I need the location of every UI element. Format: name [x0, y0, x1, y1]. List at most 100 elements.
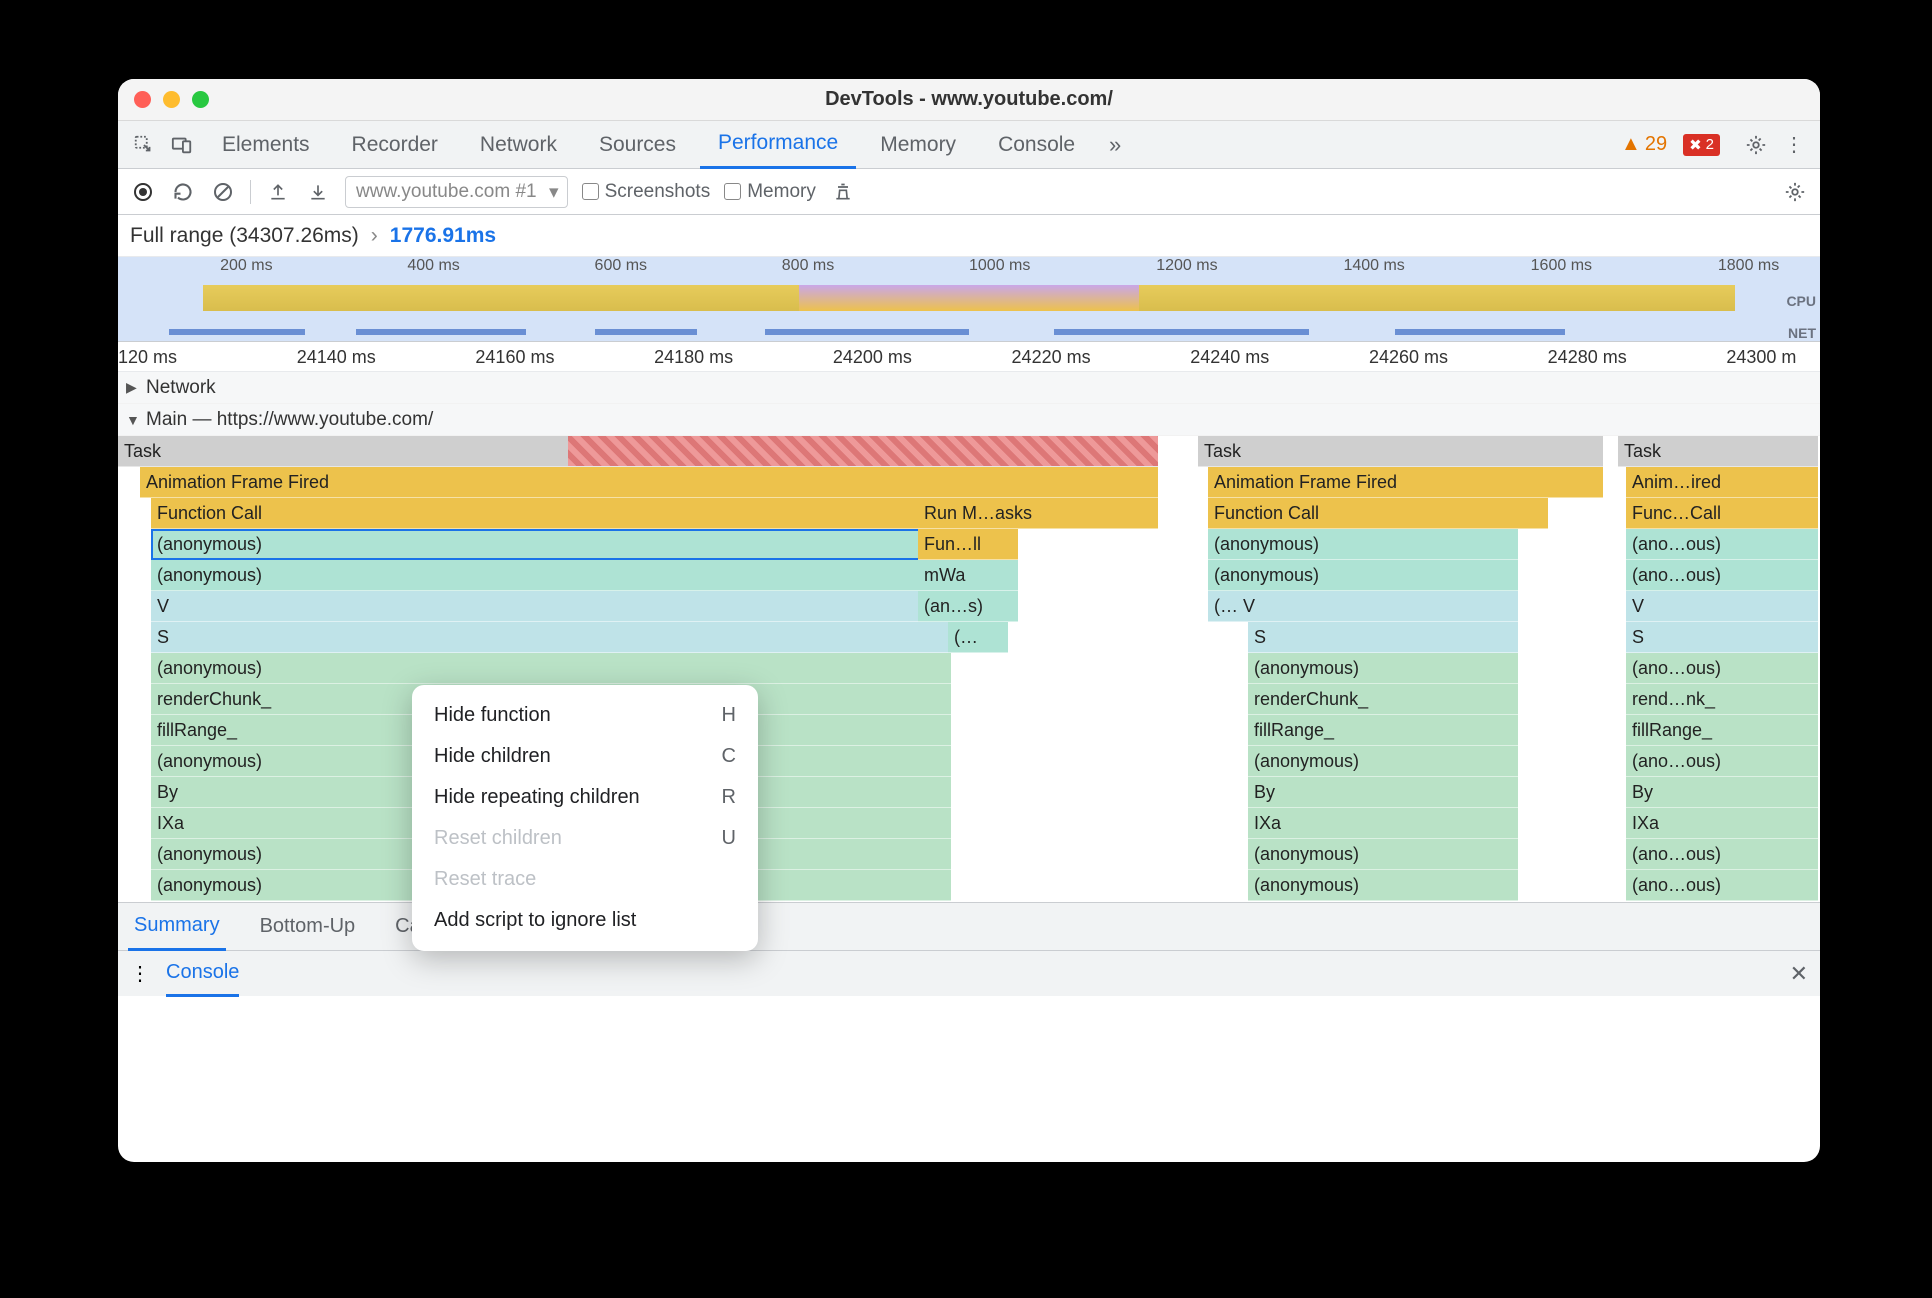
flame-bar[interactable]: (ano…ous) [1626, 653, 1818, 684]
flame-bar[interactable]: fillRange_ [1626, 715, 1818, 746]
flame-chart[interactable]: ▶Network ▼Main — https://www.youtube.com… [118, 372, 1820, 902]
flame-bar[interactable]: (anonymous) [1208, 560, 1518, 591]
screenshots-checkbox[interactable]: Screenshots [582, 181, 711, 203]
flame-bar[interactable]: (anonymous) [1248, 839, 1518, 870]
context-menu-item[interactable]: Hide childrenC [412, 736, 758, 777]
cpu-label: CPU [1786, 293, 1816, 309]
reload-icon[interactable] [170, 179, 196, 205]
context-menu-item[interactable]: Hide repeating childrenR [412, 777, 758, 818]
errors-badge[interactable]: ✖ 2 [1683, 134, 1720, 156]
errors-count: 2 [1706, 136, 1714, 153]
warnings-badge[interactable]: ▲ 29 [1621, 133, 1667, 156]
clear-icon[interactable] [210, 179, 236, 205]
track-network[interactable]: ▶Network [118, 372, 1820, 404]
flame-bar[interactable]: mWa [918, 560, 1018, 591]
devtools-tabbar: Elements Recorder Network Sources Perfor… [118, 121, 1820, 169]
drawer-tab-console[interactable]: Console [166, 951, 239, 997]
flame-bar[interactable]: (an…s) [918, 591, 1018, 622]
flame-bar[interactable]: Task [1618, 436, 1818, 467]
range-breadcrumb: Full range (34307.26ms) › 1776.91ms [118, 215, 1820, 257]
upload-icon[interactable] [265, 179, 291, 205]
flame-bar[interactable]: (ano…ous) [1626, 529, 1818, 560]
screenshots-label: Screenshots [605, 181, 711, 203]
flame-bar[interactable]: Task [1198, 436, 1603, 467]
settings-icon[interactable] [1740, 129, 1772, 161]
close-drawer-icon[interactable]: ✕ [1790, 961, 1808, 987]
flame-bar[interactable]: (ano…ous) [1626, 839, 1818, 870]
flame-bar[interactable]: (… V [1208, 591, 1518, 622]
overview-tick: 1200 ms [1156, 257, 1217, 275]
tab-network[interactable]: Network [462, 121, 575, 169]
track-main[interactable]: ▼Main — https://www.youtube.com/ [118, 404, 1820, 436]
flame-bar[interactable]: (anonymous) [1248, 870, 1518, 901]
device-toolbar-icon[interactable] [166, 129, 198, 161]
tab-memory[interactable]: Memory [862, 121, 974, 169]
flame-bar[interactable]: S [1626, 622, 1818, 653]
memory-checkbox[interactable]: Memory [724, 181, 816, 203]
flame-bar[interactable]: V [1626, 591, 1818, 622]
flame-bar[interactable]: (anonymous) [151, 653, 951, 684]
flame-bar[interactable]: Run M…asks [918, 498, 1158, 529]
flame-bar[interactable]: S [151, 622, 951, 653]
tab-performance[interactable]: Performance [700, 121, 856, 169]
record-icon[interactable] [130, 179, 156, 205]
drawer-menu-icon[interactable]: ⋮ [130, 961, 150, 986]
details-tabs: SummaryBottom-UpCall TreeEvent Log [118, 902, 1820, 950]
capture-settings-icon[interactable] [1782, 179, 1808, 205]
ruler-tick: 24300 m [1726, 347, 1796, 368]
flame-bar[interactable]: (anonymous) [1248, 746, 1518, 777]
flame-bar[interactable]: rend…nk_ [1626, 684, 1818, 715]
flame-bar[interactable]: (ano…ous) [1626, 870, 1818, 901]
flame-bar[interactable]: (… [948, 622, 1008, 653]
flame-bar[interactable]: V [151, 591, 951, 622]
flame-bar[interactable]: fillRange_ [1248, 715, 1518, 746]
flame-bar[interactable]: Anim…ired [1626, 467, 1818, 498]
more-tabs-icon[interactable]: » [1099, 129, 1131, 161]
detail-ruler[interactable]: 120 ms24140 ms24160 ms24180 ms24200 ms24… [118, 342, 1820, 372]
flame-bar[interactable]: (anonymous) [151, 529, 951, 560]
tab-console[interactable]: Console [980, 121, 1093, 169]
flame-bar[interactable]: Animation Frame Fired [140, 467, 1158, 498]
kebab-menu-icon[interactable]: ⋮ [1778, 129, 1810, 161]
context-menu-item[interactable]: Hide functionH [412, 695, 758, 736]
tab-sources[interactable]: Sources [581, 121, 694, 169]
details-tab[interactable]: Summary [128, 903, 226, 951]
recording-selector[interactable]: www.youtube.com #1 [345, 176, 568, 208]
flame-bar[interactable]: (ano…ous) [1626, 560, 1818, 591]
flame-bar[interactable]: (anonymous) [151, 560, 951, 591]
timeline-overview[interactable]: 200 ms400 ms600 ms800 ms1000 ms1200 ms14… [118, 257, 1820, 342]
flame-bar[interactable]: (anonymous) [1208, 529, 1518, 560]
details-tab[interactable]: Bottom-Up [254, 903, 362, 951]
tab-recorder[interactable]: Recorder [334, 121, 456, 169]
ruler-tick: 24200 ms [833, 347, 912, 368]
chevron-right-icon: › [371, 224, 378, 248]
context-menu-item[interactable]: Add script to ignore list [412, 900, 758, 941]
warnings-count: 29 [1645, 133, 1667, 156]
flame-bar[interactable]: Function Call [1208, 498, 1548, 529]
flame-bar[interactable]: Task [118, 436, 1158, 467]
tab-elements[interactable]: Elements [204, 121, 328, 169]
flame-bar[interactable]: Animation Frame Fired [1208, 467, 1603, 498]
console-drawer: ⋮ Console ✕ [118, 950, 1820, 996]
net-label: NET [1788, 325, 1816, 341]
flame-bar[interactable]: Func…Call [1626, 498, 1818, 529]
ruler-tick: 24220 ms [1012, 347, 1091, 368]
flame-bar[interactable]: By [1248, 777, 1518, 808]
flame-bar[interactable]: By [1626, 777, 1818, 808]
flame-bar[interactable]: S [1248, 622, 1518, 653]
full-range-link[interactable]: Full range (34307.26ms) [130, 224, 359, 248]
overview-tick: 1800 ms [1718, 257, 1779, 275]
flame-bar[interactable]: IXa [1626, 808, 1818, 839]
selected-range[interactable]: 1776.91ms [390, 224, 496, 248]
inspect-element-icon[interactable] [128, 129, 160, 161]
flame-bar[interactable]: renderChunk_ [1248, 684, 1518, 715]
flame-bar[interactable]: (anonymous) [1248, 653, 1518, 684]
overview-tick: 800 ms [782, 257, 834, 275]
ruler-tick: 120 ms [118, 347, 177, 368]
context-menu: Hide functionHHide childrenCHide repeati… [412, 685, 758, 951]
flame-bar[interactable]: (ano…ous) [1626, 746, 1818, 777]
garbage-collect-icon[interactable] [830, 179, 856, 205]
flame-bar[interactable]: Fun…ll [918, 529, 1018, 560]
flame-bar[interactable]: IXa [1248, 808, 1518, 839]
download-icon[interactable] [305, 179, 331, 205]
